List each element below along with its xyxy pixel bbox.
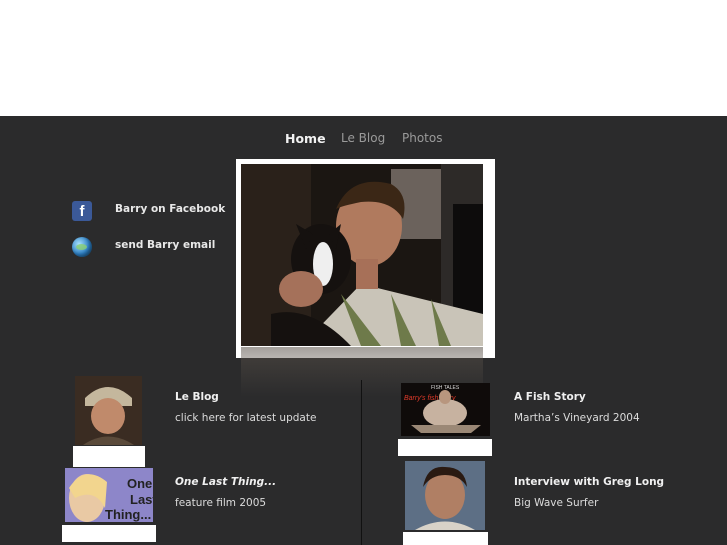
- blog-thumbnail[interactable]: [75, 376, 142, 445]
- blog-subtitle[interactable]: click here for latest update: [175, 412, 316, 424]
- interview-subtitle[interactable]: Big Wave Surfer: [514, 497, 598, 509]
- main-nav: Home Le Blog Photos: [0, 131, 727, 149]
- fish-subtitle[interactable]: Martha’s Vineyard 2004: [514, 412, 640, 424]
- facebook-icon: f: [72, 201, 92, 221]
- email-link[interactable]: send Barry email: [72, 236, 215, 258]
- blog-thumb-image: [75, 376, 142, 445]
- fish-thumb-image: FISH TALES Barry's fish story: [401, 383, 490, 436]
- svg-text:One: One: [127, 476, 152, 491]
- portrait-illustration: [241, 164, 483, 346]
- film-thumb-caption: [62, 525, 156, 542]
- globe-mail-icon: [72, 237, 92, 257]
- facebook-link[interactable]: f Barry on Facebook: [72, 200, 225, 222]
- film-thumb-image: One Last Thing...: [65, 468, 153, 522]
- interview-thumb-image: [405, 461, 485, 530]
- film-subtitle[interactable]: feature film 2005: [175, 497, 266, 509]
- portrait-with-dog-photo[interactable]: [241, 164, 483, 346]
- nav-photos[interactable]: Photos: [402, 131, 442, 145]
- svg-text:Thing...: Thing...: [105, 507, 151, 522]
- film-thumbnail[interactable]: One Last Thing...: [65, 468, 153, 522]
- blog-title[interactable]: Le Blog: [175, 391, 219, 403]
- email-label: send Barry email: [115, 239, 216, 251]
- fish-thumbnail[interactable]: FISH TALES Barry's fish story: [401, 383, 490, 436]
- fish-title[interactable]: A Fish Story: [514, 391, 586, 403]
- blog-thumb-caption: [73, 446, 145, 467]
- header-whitespace: [0, 0, 727, 116]
- hero-photo-frame: [236, 159, 495, 358]
- nav-home[interactable]: Home: [285, 131, 326, 146]
- interview-thumb-caption: [403, 532, 488, 545]
- fish-thumb-caption: [398, 439, 492, 456]
- facebook-label: Barry on Facebook: [115, 203, 226, 215]
- film-title[interactable]: One Last Thing...: [175, 476, 276, 488]
- interview-thumbnail[interactable]: [405, 461, 485, 530]
- svg-text:Last: Last: [130, 492, 153, 507]
- interview-title[interactable]: Interview with Greg Long: [514, 476, 664, 488]
- nav-le-blog[interactable]: Le Blog: [341, 131, 385, 145]
- column-divider: [361, 380, 362, 545]
